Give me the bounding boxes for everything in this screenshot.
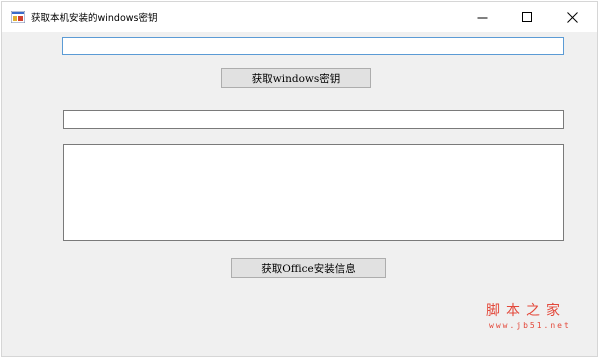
maximize-icon [522, 11, 532, 22]
watermark-url: www.jb51.net [489, 321, 571, 330]
office-info-line-input[interactable] [63, 110, 564, 129]
maximize-button[interactable] [505, 2, 550, 32]
close-icon [567, 11, 578, 23]
get-windows-key-button[interactable]: 获取windows密钥 [221, 68, 371, 88]
minimize-icon [477, 17, 488, 18]
app-window-icon [11, 11, 25, 23]
watermark-site-name: 脚本之家 [486, 303, 566, 319]
minimize-button[interactable] [460, 2, 505, 32]
window-title: 获取本机安装的windows密钥 [31, 13, 158, 24]
windows-key-input[interactable] [62, 37, 564, 55]
close-button[interactable] [550, 2, 595, 32]
office-info-textarea[interactable] [63, 144, 564, 241]
title-bar[interactable]: 获取本机安装的windows密钥 [2, 2, 597, 32]
get-office-info-button[interactable]: 获取Office安装信息 [231, 258, 386, 278]
